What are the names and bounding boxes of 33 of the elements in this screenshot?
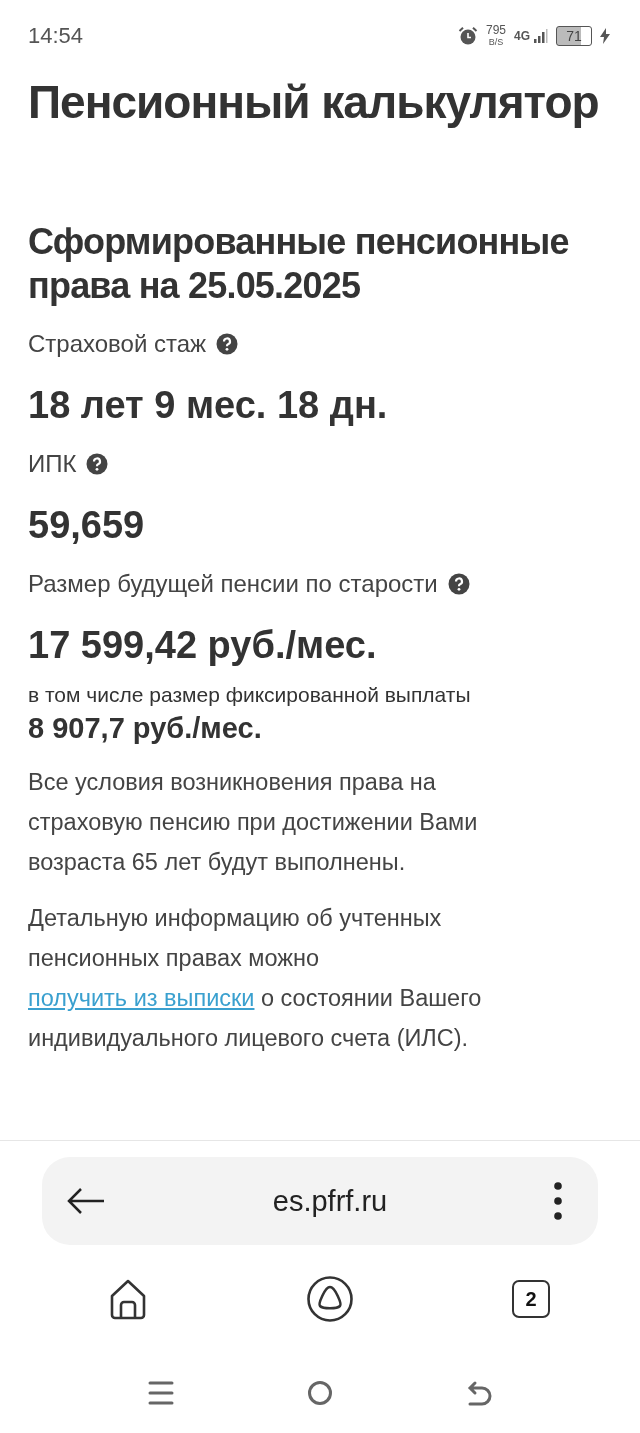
field-label: Размер будущей пенсии по старости <box>28 569 438 599</box>
alarm-clock-icon <box>457 26 478 46</box>
battery-indicator: 71 <box>556 26 592 46</box>
network-speed-value: 795 <box>485 24 506 36</box>
network-type: 4G <box>514 29 530 43</box>
help-icon[interactable] <box>86 453 109 475</box>
url-text: es.pfrf.ru <box>272 1184 388 1218</box>
field-subvalue: 8 907,7 руб./мес. <box>28 711 263 746</box>
home-icon[interactable] <box>108 1278 148 1320</box>
info-paragraph: Все условия возникновения права на страховую пенсию при достижении Вами возраста 65 лет будут выполнены. <box>28 768 479 877</box>
signal-icon <box>534 28 548 44</box>
home-circle-icon[interactable] <box>307 1380 333 1406</box>
tab-count-button[interactable]: 2 <box>512 1280 550 1318</box>
field-label: ИПК <box>28 449 77 479</box>
info-paragraph: Детальную информацию об учтенных пенсионных правах можно получить из выписки о состоянии Вашего индивидуального лицевого счета (ИЛС). <box>28 904 483 1053</box>
field-label: Страховой стаж <box>28 329 207 359</box>
page-title: Пенсионный калькулятор <box>28 75 600 130</box>
field-value: 18 лет 9 мес. 18 дн. <box>28 383 389 428</box>
address-bar[interactable]: es.pfrf.ru <box>42 1157 598 1245</box>
back-icon[interactable] <box>466 1380 492 1406</box>
field-value: 17 599,42 руб./мес. <box>28 623 378 668</box>
field-sublabel: в том числе размер фиксированной выплаты <box>28 682 472 708</box>
more-menu-icon[interactable] <box>554 1182 562 1220</box>
field-value: 59,659 <box>28 503 146 548</box>
charging-icon <box>600 28 610 44</box>
menu-icon[interactable] <box>148 1380 174 1406</box>
back-arrow-icon[interactable] <box>66 1186 106 1216</box>
help-icon[interactable] <box>447 573 470 595</box>
section-heading: Сформированные пенсионные права на 25.05.2025 <box>28 220 570 308</box>
assistant-icon[interactable] <box>307 1276 353 1322</box>
network-speed-unit: B/S <box>488 36 504 48</box>
help-icon[interactable] <box>216 333 239 355</box>
status-time: 14:54 <box>28 23 84 49</box>
